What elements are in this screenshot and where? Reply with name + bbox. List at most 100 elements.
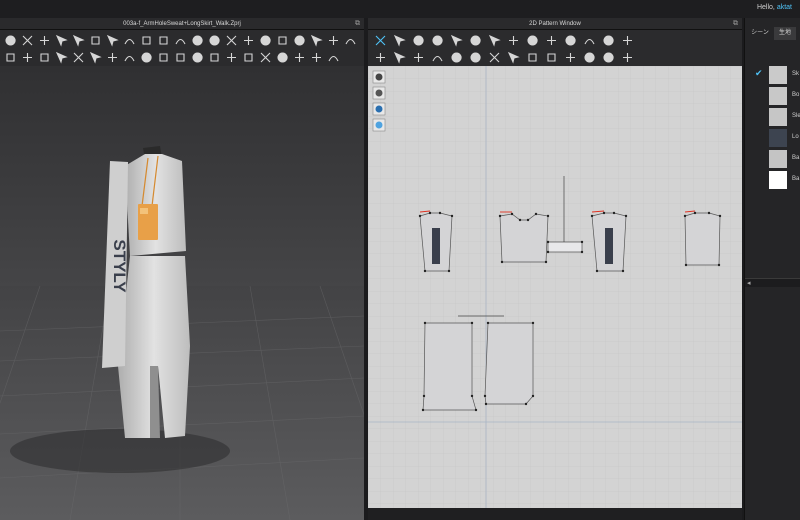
pattern-point[interactable] <box>590 214 594 218</box>
graphic-icon[interactable] <box>55 51 68 64</box>
pattern-point[interactable] <box>486 321 490 325</box>
texture-2d-icon[interactable] <box>393 51 406 64</box>
pattern-point[interactable] <box>498 214 502 218</box>
skirt-front-piece[interactable] <box>422 322 477 411</box>
pattern-point[interactable] <box>438 211 442 215</box>
rotate-icon[interactable] <box>38 34 51 47</box>
internal-line-icon[interactable] <box>507 34 520 47</box>
pattern-window-2d[interactable] <box>368 66 742 508</box>
show-icon[interactable] <box>242 51 255 64</box>
collapse-arrow-icon[interactable]: ◂ <box>747 279 751 287</box>
collar-piece[interactable] <box>547 241 583 253</box>
mirror-icon[interactable] <box>450 51 463 64</box>
pattern-point[interactable] <box>621 269 625 273</box>
view3d-expand-icon[interactable]: ⧉ <box>355 18 360 30</box>
unfold-icon[interactable] <box>374 51 387 64</box>
fitting-icon[interactable] <box>327 34 340 47</box>
button-icon[interactable] <box>208 34 221 47</box>
layers-icon[interactable] <box>372 118 386 132</box>
pattern-point[interactable] <box>531 394 535 398</box>
topstitch-icon[interactable] <box>259 34 272 47</box>
baseline-icon[interactable] <box>564 51 577 64</box>
pleat-icon[interactable] <box>276 34 289 47</box>
pattern-point[interactable] <box>526 218 530 222</box>
fabric-list-item[interactable]: Ba <box>745 169 800 190</box>
hide-icon[interactable] <box>225 51 238 64</box>
edit-pattern-icon[interactable] <box>393 34 406 47</box>
pattern-point[interactable] <box>684 263 688 267</box>
pattern-point[interactable] <box>524 402 528 406</box>
render-icon[interactable] <box>327 51 340 64</box>
deactivate-icon[interactable] <box>191 51 204 64</box>
pattern-point[interactable] <box>707 211 711 215</box>
edit-curve-icon[interactable] <box>412 34 425 47</box>
view2d-expand-icon[interactable]: ⧉ <box>733 18 738 30</box>
pattern-point[interactable] <box>534 212 538 216</box>
fabric-swatch[interactable] <box>769 87 787 105</box>
pattern-point[interactable] <box>544 260 548 264</box>
pattern-point[interactable] <box>531 321 535 325</box>
camera-icon[interactable] <box>293 51 306 64</box>
line-icon[interactable] <box>72 51 85 64</box>
fabric-list-item[interactable]: ✔ Sk <box>745 64 800 85</box>
trim-icon[interactable] <box>38 51 51 64</box>
pattern-point[interactable] <box>447 269 451 273</box>
fabric-swatch[interactable] <box>769 129 787 147</box>
pattern-point[interactable] <box>423 269 427 273</box>
puckering-icon[interactable] <box>157 51 170 64</box>
pattern-point[interactable] <box>470 394 474 398</box>
pattern-point[interactable] <box>580 240 584 244</box>
edit-icon[interactable] <box>21 51 34 64</box>
transform-pattern-icon[interactable] <box>374 34 387 47</box>
dart-icon[interactable] <box>526 34 539 47</box>
texture-icon[interactable] <box>191 34 204 47</box>
pattern-point[interactable] <box>546 214 550 218</box>
shrink-icon[interactable] <box>4 51 17 64</box>
sleeve-print-graphic[interactable] <box>605 228 613 264</box>
fabric-swatch[interactable] <box>769 108 787 126</box>
segment-sew-icon[interactable] <box>545 34 558 47</box>
pattern-point[interactable] <box>421 408 425 412</box>
fabric-swatch[interactable] <box>769 171 787 189</box>
free-sew-icon[interactable] <box>564 34 577 47</box>
pattern-point[interactable] <box>612 211 616 215</box>
fold-arrange-icon[interactable] <box>602 34 615 47</box>
tab-fabric[interactable]: 生地 <box>774 27 796 40</box>
info-icon[interactable] <box>372 102 386 116</box>
avatar-icon[interactable] <box>157 34 170 47</box>
ruler-icon[interactable] <box>526 51 539 64</box>
group-icon[interactable] <box>621 51 634 64</box>
pattern-point[interactable] <box>483 394 487 398</box>
pattern-point[interactable] <box>428 211 432 215</box>
pressure-icon[interactable] <box>344 34 357 47</box>
measure-icon[interactable] <box>293 34 306 47</box>
front-body-piece[interactable] <box>499 213 549 263</box>
curve-icon[interactable] <box>89 51 102 64</box>
fabric-list-item[interactable]: Ba <box>745 148 800 169</box>
sleeve-print-graphic[interactable] <box>432 228 440 264</box>
fabric-list-item[interactable]: Sle <box>745 106 800 127</box>
fold-icon[interactable] <box>55 34 68 47</box>
freeze-icon[interactable] <box>208 51 221 64</box>
username-link[interactable]: aktat <box>777 4 792 11</box>
pattern-point[interactable] <box>470 321 474 325</box>
grain-icon[interactable] <box>469 51 482 64</box>
pattern-point[interactable] <box>423 321 427 325</box>
pattern-point[interactable] <box>595 269 599 273</box>
reset-icon[interactable] <box>276 51 289 64</box>
panel-collapse-bar[interactable]: ◂ <box>745 278 800 287</box>
arrange-icon[interactable] <box>140 34 153 47</box>
add-point-icon[interactable] <box>431 34 444 47</box>
pattern-point[interactable] <box>450 214 454 218</box>
pattern-point[interactable] <box>484 402 488 406</box>
pattern-point[interactable] <box>422 394 426 398</box>
graphic-2d-icon[interactable] <box>412 51 425 64</box>
fabric-swatch[interactable] <box>769 150 787 168</box>
fabric-list-item[interactable]: Bo <box>745 85 800 106</box>
layer-icon[interactable] <box>259 51 272 64</box>
pattern-point[interactable] <box>546 250 550 254</box>
measure-2d-icon[interactable] <box>507 51 520 64</box>
back-body-piece[interactable] <box>684 212 721 266</box>
grading-icon[interactable] <box>310 34 323 47</box>
polygon-icon[interactable] <box>469 34 482 47</box>
